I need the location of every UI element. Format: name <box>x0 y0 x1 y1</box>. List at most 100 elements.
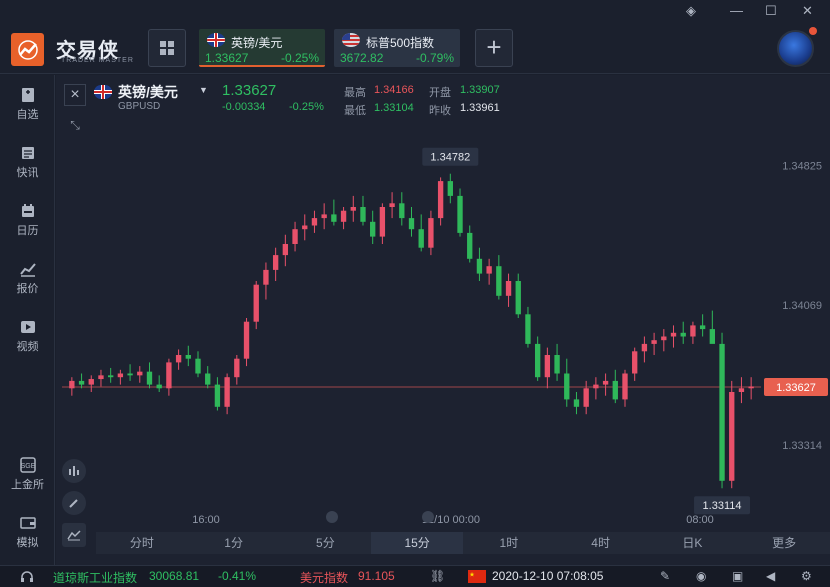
top-bar: 交易侠 TRADER MASTER 英镑/美元 1.33627 -0.25% 标… <box>0 0 830 74</box>
candle <box>602 380 609 385</box>
candle <box>748 386 754 389</box>
candle <box>437 181 444 219</box>
notification-dot <box>809 27 817 35</box>
candle <box>214 384 221 407</box>
chart-panel: × ⤡ 英镑/美元 ▼ GBPUSD 1.33627 -0.00334 -0.2… <box>56 75 830 565</box>
ticker-value: 30068.81 <box>149 569 200 583</box>
clock-datetime: 2020-12-10 07:08:05 <box>492 569 604 583</box>
candle <box>564 373 570 400</box>
ticker-name: 美元指数 <box>300 571 349 585</box>
period-1m[interactable]: 1分 <box>188 532 280 554</box>
open-label: 开盘 <box>429 87 451 99</box>
close-window-icon[interactable]: ✕ <box>802 3 813 19</box>
sidebar-item-news[interactable]: 快讯 <box>0 145 55 180</box>
close-panel-button[interactable]: × <box>64 84 86 106</box>
play-icon <box>20 321 35 333</box>
sidebar-item-video[interactable]: 视频 <box>0 319 55 354</box>
candle <box>350 207 356 211</box>
sidebar-item-quotes[interactable]: 报价 <box>0 261 55 296</box>
candle <box>137 371 143 376</box>
period-bar: 分时 1分 5分 15分 1时 4时 日K 更多 <box>96 532 830 554</box>
symbol-name[interactable]: 英镑/美元 <box>118 82 178 102</box>
high-label: 最高 <box>344 87 366 99</box>
period-minute-line[interactable]: 分时 <box>96 532 188 554</box>
y-tick-label: 1.34825 <box>782 160 822 172</box>
candle <box>360 207 366 222</box>
low-label: 最低 <box>344 105 366 117</box>
candle <box>379 207 386 237</box>
camera-icon[interactable]: ▣ <box>732 569 743 583</box>
candlestick-chart[interactable]: 1.34825 1.34069 1.33314 1.34782 1.33114 1.336… <box>56 123 830 533</box>
tab-sp500[interactable]: 标普500指数 3672.82 -0.79% <box>334 29 460 67</box>
bookmark-icon <box>21 88 34 102</box>
tab-name: 英镑/美元 <box>231 36 283 50</box>
candle <box>496 266 502 296</box>
sidebar-item-label: 报价 <box>16 283 39 295</box>
link-icon[interactable]: ⛓ <box>430 569 445 583</box>
status-bar: 道琼斯工业指数 30068.81 -0.41% 美元指数 91.105 ⛓ 20… <box>0 565 830 587</box>
period-more[interactable]: 更多 <box>738 532 830 554</box>
period-daily[interactable]: 日K <box>647 532 739 554</box>
sge-icon: SGE <box>19 457 36 473</box>
candle <box>156 384 162 389</box>
edit-icon[interactable]: ✎ <box>660 569 670 583</box>
ticker-value: 91.105 <box>358 569 395 583</box>
broadcast-icon[interactable]: ◉ <box>696 569 706 583</box>
volume-icon[interactable]: ◀ <box>766 569 775 583</box>
candle <box>544 355 551 378</box>
candle <box>253 284 259 322</box>
sidebar-item-sge[interactable]: SGE 上金所 <box>0 457 55 492</box>
candle <box>651 340 657 344</box>
sidebar-item-label: 快讯 <box>16 167 39 179</box>
wallet-icon <box>19 517 36 529</box>
chevron-down-icon[interactable]: ▼ <box>199 85 208 95</box>
candle <box>593 384 599 389</box>
line-chart-icon[interactable] <box>62 523 86 547</box>
skin-icon[interactable]: ◈ <box>686 3 696 19</box>
minimize-icon[interactable]: — <box>730 3 743 18</box>
sidebar-item-label: 上金所 <box>11 479 44 491</box>
candle <box>622 373 628 400</box>
candle <box>680 332 686 337</box>
candle <box>699 325 706 330</box>
candle <box>476 258 483 274</box>
candle <box>340 210 347 222</box>
app-logo <box>11 33 44 66</box>
tab-gbpusd[interactable]: 英镑/美元 1.33627 -0.25% <box>199 29 325 67</box>
candle <box>428 218 434 248</box>
candle <box>331 214 337 222</box>
candle <box>418 229 424 248</box>
candle <box>88 379 94 385</box>
sidebar-item-label: 视频 <box>16 341 39 353</box>
candle <box>573 399 580 407</box>
add-tab-button[interactable]: + <box>475 29 513 67</box>
maximize-icon[interactable]: ☐ <box>765 3 777 19</box>
us-flag-icon <box>342 33 360 47</box>
scroll-handle <box>326 511 338 523</box>
candle <box>272 255 279 270</box>
candle <box>108 375 114 378</box>
user-avatar[interactable] <box>777 30 814 67</box>
x-tick-label: 16:00 <box>192 514 220 526</box>
candle <box>166 362 172 389</box>
sidebar-item-simulate[interactable]: 模拟 <box>0 515 55 550</box>
pen-icon[interactable] <box>62 491 86 515</box>
candle <box>311 218 318 226</box>
candle <box>175 355 182 363</box>
drawing-tools <box>62 459 86 555</box>
indicator-icon[interactable] <box>62 459 86 483</box>
layout-grid-button[interactable] <box>148 29 186 67</box>
prev-close-label: 昨收 <box>429 105 451 117</box>
settings-icon[interactable]: ⚙ <box>801 569 812 583</box>
period-1h[interactable]: 1时 <box>463 532 555 554</box>
sidebar-item-watchlist[interactable]: 自选 <box>0 87 55 122</box>
tab-change: -0.79% <box>415 51 454 65</box>
uk-flag-icon <box>207 33 225 47</box>
sidebar-item-calendar[interactable]: 日历 <box>0 203 55 238</box>
period-4h[interactable]: 4时 <box>555 532 647 554</box>
low-value: 1.33104 <box>374 102 414 114</box>
headset-icon[interactable] <box>20 570 34 584</box>
min-price-label: 1.33114 <box>703 500 742 512</box>
period-5m[interactable]: 5分 <box>280 532 372 554</box>
period-15m[interactable]: 15分 <box>371 532 463 554</box>
